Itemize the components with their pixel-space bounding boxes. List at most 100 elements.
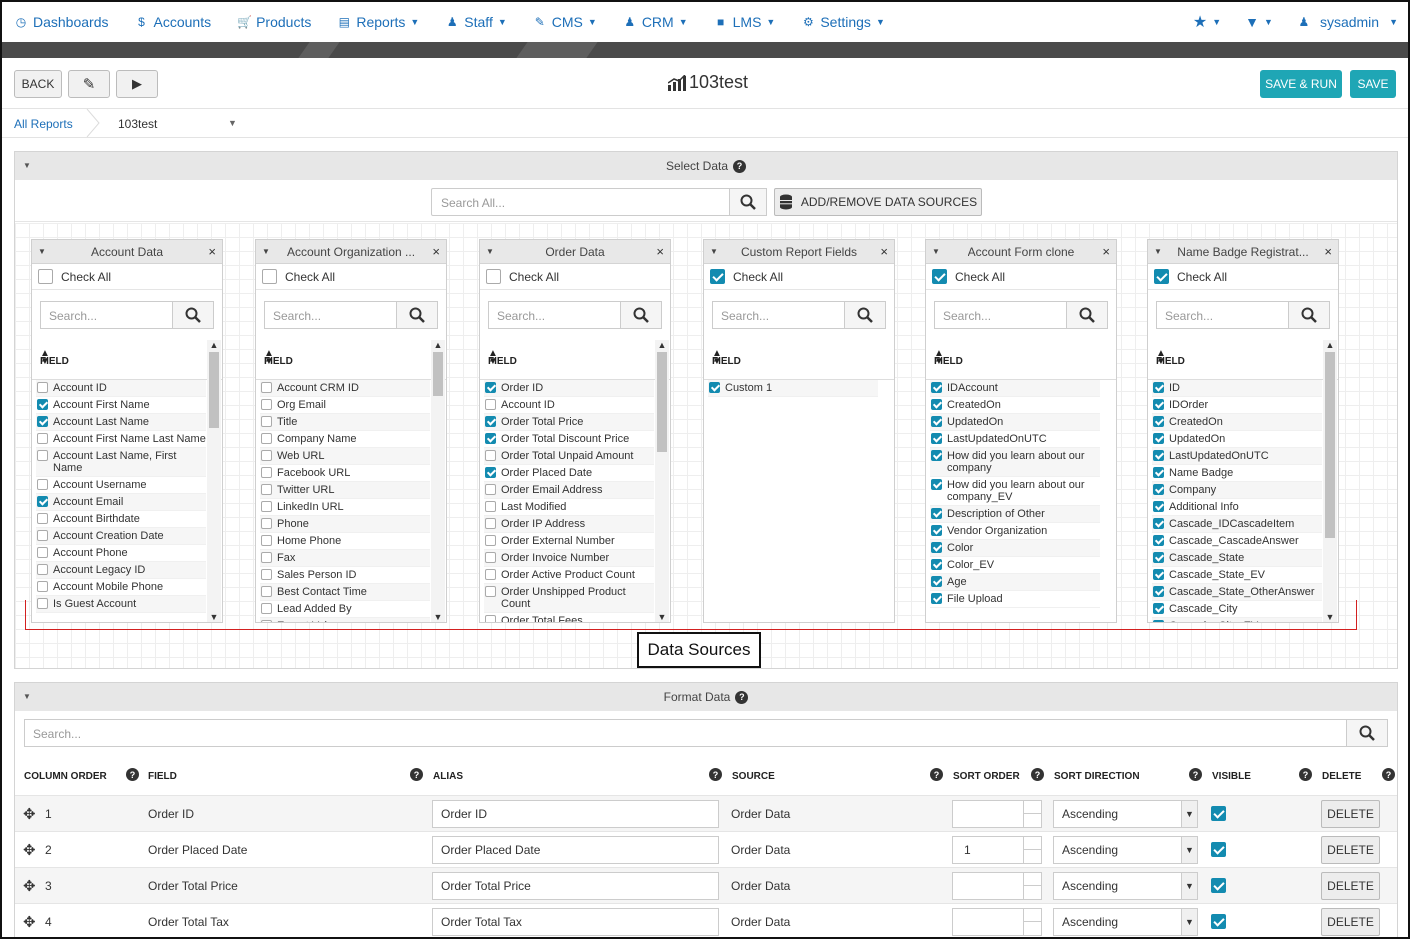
save-and-run-button[interactable]: SAVE & RUN [1260, 70, 1342, 98]
collapse-icon[interactable]: ▼ [23, 161, 31, 170]
field-row[interactable]: Order Invoice Number [484, 550, 654, 567]
field-checkbox[interactable] [1153, 433, 1164, 444]
scrollbar[interactable]: ▲ ▼ [1323, 340, 1337, 622]
field-row[interactable]: Account CRM ID [260, 380, 430, 397]
field-checkbox[interactable] [261, 535, 272, 546]
chevron-down-icon[interactable]: ▼ [1181, 801, 1197, 827]
field-row[interactable]: Cascade_State_OtherAnswer [1152, 584, 1322, 601]
help-icon[interactable]: ? [733, 159, 747, 173]
field-row[interactable]: Order Total Price [484, 414, 654, 431]
field-column-header[interactable]: FIELD ▲ ▼ [32, 340, 222, 380]
field-checkbox[interactable] [1153, 569, 1164, 580]
nav-crm[interactable]: ♟ CRM ▼ [623, 14, 687, 30]
close-icon[interactable]: × [656, 244, 664, 259]
check-all[interactable]: Check All [704, 264, 894, 290]
field-row[interactable]: Custom 1 [708, 380, 878, 397]
sort-icon[interactable]: ▲ ▼ [934, 349, 1092, 367]
field-row[interactable]: Cascade_State [1152, 550, 1322, 567]
sort-direction-select[interactable]: Ascending ▼ [1053, 872, 1198, 900]
field-checkbox[interactable] [37, 530, 48, 541]
field-row[interactable]: Account Mobile Phone [36, 579, 206, 596]
field-row[interactable]: Home Phone [260, 533, 430, 550]
field-checkbox[interactable] [1153, 399, 1164, 410]
chevron-down-icon[interactable]: ▼ [1181, 909, 1197, 935]
add-remove-data-sources-button[interactable]: ADD/REMOVE DATA SOURCES [774, 188, 982, 216]
field-checkbox[interactable] [37, 564, 48, 575]
field-row[interactable]: Phone [260, 516, 430, 533]
field-checkbox[interactable] [485, 450, 496, 461]
field-checkbox[interactable] [37, 382, 48, 393]
scrollbar-thumb[interactable] [209, 352, 219, 428]
field-checkbox[interactable] [1153, 484, 1164, 495]
save-button[interactable]: SAVE [1350, 70, 1396, 98]
scroll-up-icon[interactable]: ▲ [656, 340, 668, 350]
field-row[interactable]: Sales Person ID [260, 567, 430, 584]
field-checkbox[interactable] [1153, 450, 1164, 461]
sort-icon[interactable]: ▲ ▼ [264, 349, 422, 367]
field-row[interactable]: Order ID [484, 380, 654, 397]
field-checkbox[interactable] [37, 496, 48, 507]
field-row[interactable]: Company Name [260, 431, 430, 448]
collapse-icon[interactable]: ▼ [932, 247, 940, 256]
field-row[interactable]: Account First Name Last Name [36, 431, 206, 448]
scroll-up-icon[interactable]: ▲ [432, 340, 444, 350]
field-row[interactable]: LastUpdatedOnUTC [930, 431, 1100, 448]
field-row[interactable]: UpdatedOn [1152, 431, 1322, 448]
col-header-alias[interactable]: ALIAS [433, 771, 463, 782]
field-checkbox[interactable] [37, 399, 48, 410]
field-row[interactable]: CreatedOn [1152, 414, 1322, 431]
field-row[interactable]: CreatedOn [930, 397, 1100, 414]
collapse-icon[interactable]: ▼ [710, 247, 718, 256]
field-row[interactable]: UpdatedOn [930, 414, 1100, 431]
field-checkbox[interactable] [485, 501, 496, 512]
check-all[interactable]: Check All [480, 264, 670, 290]
field-row[interactable]: Account Birthdate [36, 511, 206, 528]
drag-handle-icon[interactable]: ✥ [23, 877, 36, 895]
field-row[interactable]: Order Total Unpaid Amount [484, 448, 654, 465]
nav-lms[interactable]: ■ LMS ▼ [714, 14, 775, 30]
field-row[interactable]: Name Badge [1152, 465, 1322, 482]
chevron-down-icon[interactable]: ▼ [1181, 837, 1197, 863]
field-checkbox[interactable] [485, 433, 496, 444]
help-icon[interactable]: ? [1189, 768, 1202, 781]
field-checkbox[interactable] [1153, 552, 1164, 563]
collapse-icon[interactable]: ▼ [486, 247, 494, 256]
chevron-down-icon[interactable]: ▼ [1181, 873, 1197, 899]
field-checkbox[interactable] [37, 479, 48, 490]
field-checkbox[interactable] [485, 518, 496, 529]
field-row[interactable]: Account ID [36, 380, 206, 397]
field-checkbox[interactable] [485, 586, 496, 597]
nav-products[interactable]: 🛒 Products [237, 14, 311, 30]
chevron-down-icon[interactable]: ▼ [228, 118, 237, 128]
sort-order-input[interactable] [952, 872, 1042, 900]
breadcrumb-all-reports[interactable]: All Reports [14, 117, 73, 131]
help-icon[interactable]: ? [410, 768, 423, 781]
spinner-icon[interactable] [1023, 837, 1042, 863]
user-menu[interactable]: ♟ sysadmin ▼ [1297, 14, 1398, 30]
field-checkbox[interactable] [1153, 535, 1164, 546]
sort-direction-select[interactable]: Ascending ▼ [1053, 836, 1198, 864]
close-icon[interactable]: × [880, 244, 888, 259]
sort-order-input[interactable] [952, 908, 1042, 936]
check-all[interactable]: Check All [256, 264, 446, 290]
help-icon[interactable]: ? [1382, 768, 1395, 781]
field-row[interactable]: How did you learn about our company [930, 448, 1100, 477]
format-search-input[interactable]: Search... [24, 719, 1388, 747]
search-button[interactable] [620, 301, 662, 329]
collapse-icon[interactable]: ▼ [23, 692, 31, 701]
spinner-icon[interactable] [1023, 801, 1042, 827]
field-checkbox[interactable] [261, 552, 272, 563]
close-icon[interactable]: × [1324, 244, 1332, 259]
search-button[interactable] [844, 301, 886, 329]
check-all[interactable]: Check All [32, 264, 222, 290]
alias-input[interactable]: Order Total Price [432, 872, 719, 900]
field-checkbox[interactable] [37, 450, 48, 461]
back-button[interactable]: BACK [14, 70, 62, 98]
help-icon[interactable]: ? [1031, 768, 1044, 781]
field-checkbox[interactable] [485, 569, 496, 580]
field-checkbox[interactable] [485, 552, 496, 563]
field-checkbox[interactable] [261, 399, 272, 410]
check-all[interactable]: Check All [1148, 264, 1338, 290]
data-source-search-input[interactable]: Search... [1156, 301, 1330, 329]
field-checkbox[interactable] [931, 416, 942, 427]
